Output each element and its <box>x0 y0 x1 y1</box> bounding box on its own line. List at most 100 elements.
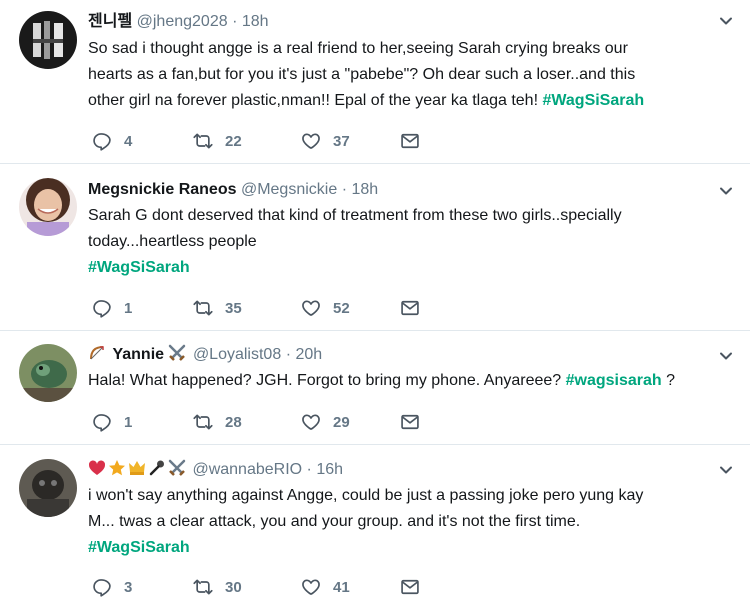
tweet-header: Yannie @Loyalist08 · 20h <box>88 344 710 368</box>
crossed-swords-icon <box>168 459 186 483</box>
tweet-text-segment: Hala! What happened? JGH. Forgot to brin… <box>88 372 562 389</box>
avatar[interactable] <box>19 178 77 236</box>
chevron-down-icon[interactable] <box>719 14 733 28</box>
retweet-button[interactable]: 35 <box>193 297 242 319</box>
tweet[interactable]: Yannie @Loyalist08 · 20h Hala! What happ… <box>0 331 750 445</box>
reply-button[interactable]: 4 <box>92 130 132 152</box>
tweet-header: Megsnickie Raneos @Megsnickie · 18h <box>88 180 710 200</box>
tweet-text-line: M... twas a clear attack, you and your g… <box>88 513 581 530</box>
reply-icon <box>92 298 112 318</box>
hashtag-link[interactable]: #wagsisarah <box>566 372 662 389</box>
reply-icon <box>92 131 112 151</box>
heart-icon <box>301 412 321 432</box>
hashtag-link[interactable]: #WagSiSarah <box>88 259 190 276</box>
tweet-header: 젠니펠 @jheng2028 · 18h <box>88 12 710 32</box>
reply-button[interactable]: 1 <box>92 297 132 319</box>
tweet-text-segment: ? <box>666 372 676 389</box>
retweet-icon <box>193 131 213 151</box>
avatar[interactable] <box>19 344 77 402</box>
reply-count: 3 <box>124 578 133 596</box>
direct-message-button[interactable] <box>400 576 432 598</box>
retweet-icon <box>193 298 213 318</box>
bow-and-arrow-icon <box>88 344 106 368</box>
retweet-button[interactable]: 22 <box>193 130 242 152</box>
heart-emoji-icon <box>88 459 106 483</box>
reply-icon <box>92 577 112 597</box>
like-button[interactable]: 41 <box>301 576 350 598</box>
tweet-text: So sad i thought angge is a real friend … <box>88 36 728 114</box>
direct-message-button[interactable] <box>400 130 432 152</box>
hashtag-link[interactable]: #WagSiSarah <box>542 92 644 109</box>
envelope-icon <box>400 298 420 318</box>
like-count: 37 <box>333 132 350 150</box>
separator: · <box>232 13 238 30</box>
tweet-text-line: hearts as a fan,but for you it's just a … <box>88 66 636 83</box>
chevron-down-icon[interactable] <box>719 463 733 477</box>
retweet-count: 30 <box>225 578 242 596</box>
reply-button[interactable]: 3 <box>92 576 132 598</box>
tweet-text-line: i won't say anything against Angge, coul… <box>88 487 644 504</box>
tweet-text-segment: other girl na forever plastic,nman!! Epa… <box>88 92 539 109</box>
tweet-text-line: today...heartless people <box>88 233 257 250</box>
direct-message-button[interactable] <box>400 411 432 433</box>
tweet-text-line: other girl na forever plastic,nman!! Epa… <box>88 88 728 114</box>
timestamp[interactable]: 16h <box>316 461 343 478</box>
tweet-text-line: #WagSiSarah <box>88 535 728 561</box>
heart-icon <box>301 298 321 318</box>
envelope-icon <box>400 577 420 597</box>
reply-icon <box>92 412 112 432</box>
separator: · <box>341 181 348 198</box>
chevron-down-icon[interactable] <box>719 184 733 198</box>
microphone-icon <box>148 459 166 483</box>
like-count: 29 <box>333 413 350 431</box>
like-count: 41 <box>333 578 350 596</box>
tweet[interactable]: 젠니펠 @jheng2028 · 18h So sad i thought an… <box>0 0 750 164</box>
tweet-text: Hala! What happened? JGH. Forgot to brin… <box>88 368 728 394</box>
avatar[interactable] <box>19 11 77 69</box>
user-handle[interactable]: @wannabeRIO <box>192 461 302 478</box>
hashtag-link[interactable]: #WagSiSarah <box>88 539 190 556</box>
tweet[interactable]: Megsnickie Raneos @Megsnickie · 18h Sara… <box>0 164 750 331</box>
user-handle[interactable]: @Megsnickie <box>241 181 337 198</box>
like-button[interactable]: 29 <box>301 411 350 433</box>
retweet-button[interactable]: 30 <box>193 576 242 598</box>
retweet-button[interactable]: 28 <box>193 411 242 433</box>
retweet-icon <box>193 577 213 597</box>
tweet-text: Sarah G dont deserved that kind of treat… <box>88 203 728 281</box>
reply-count: 4 <box>124 132 133 150</box>
crossed-swords-icon <box>168 344 186 368</box>
reply-count: 1 <box>124 413 133 431</box>
display-name[interactable]: Yannie <box>112 346 164 363</box>
retweet-icon <box>193 412 213 432</box>
user-handle[interactable]: @Loyalist08 <box>193 346 281 363</box>
reply-button[interactable]: 1 <box>92 411 132 433</box>
retweet-count: 35 <box>225 299 242 317</box>
like-count: 52 <box>333 299 350 317</box>
envelope-icon <box>400 412 420 432</box>
like-button[interactable]: 37 <box>301 130 350 152</box>
tweet-text: i won't say anything against Angge, coul… <box>88 483 728 561</box>
direct-message-button[interactable] <box>400 297 432 319</box>
crown-icon <box>128 459 146 483</box>
user-handle[interactable]: @jheng2028 <box>137 13 228 30</box>
timestamp[interactable]: 20h <box>295 346 322 363</box>
display-name[interactable]: 젠니펠 <box>88 13 132 30</box>
display-name[interactable]: Megsnickie Raneos <box>88 181 237 198</box>
reply-count: 1 <box>124 299 133 317</box>
separator: · <box>285 346 292 363</box>
avatar[interactable] <box>19 459 77 517</box>
separator: · <box>306 461 312 478</box>
star-icon <box>108 459 126 483</box>
retweet-count: 22 <box>225 132 242 150</box>
tweet-text-line: Sarah G dont deserved that kind of treat… <box>88 207 622 224</box>
like-button[interactable]: 52 <box>301 297 350 319</box>
timestamp[interactable]: 18h <box>351 181 378 198</box>
tweet-text-line: #WagSiSarah <box>88 255 728 281</box>
envelope-icon <box>400 131 420 151</box>
chevron-down-icon[interactable] <box>719 349 733 363</box>
heart-icon <box>301 577 321 597</box>
retweet-count: 28 <box>225 413 242 431</box>
tweet-text-line: So sad i thought angge is a real friend … <box>88 40 628 57</box>
tweet[interactable]: @wannabeRIO · 16h i won't say anything a… <box>0 445 750 606</box>
timestamp[interactable]: 18h <box>242 13 269 30</box>
